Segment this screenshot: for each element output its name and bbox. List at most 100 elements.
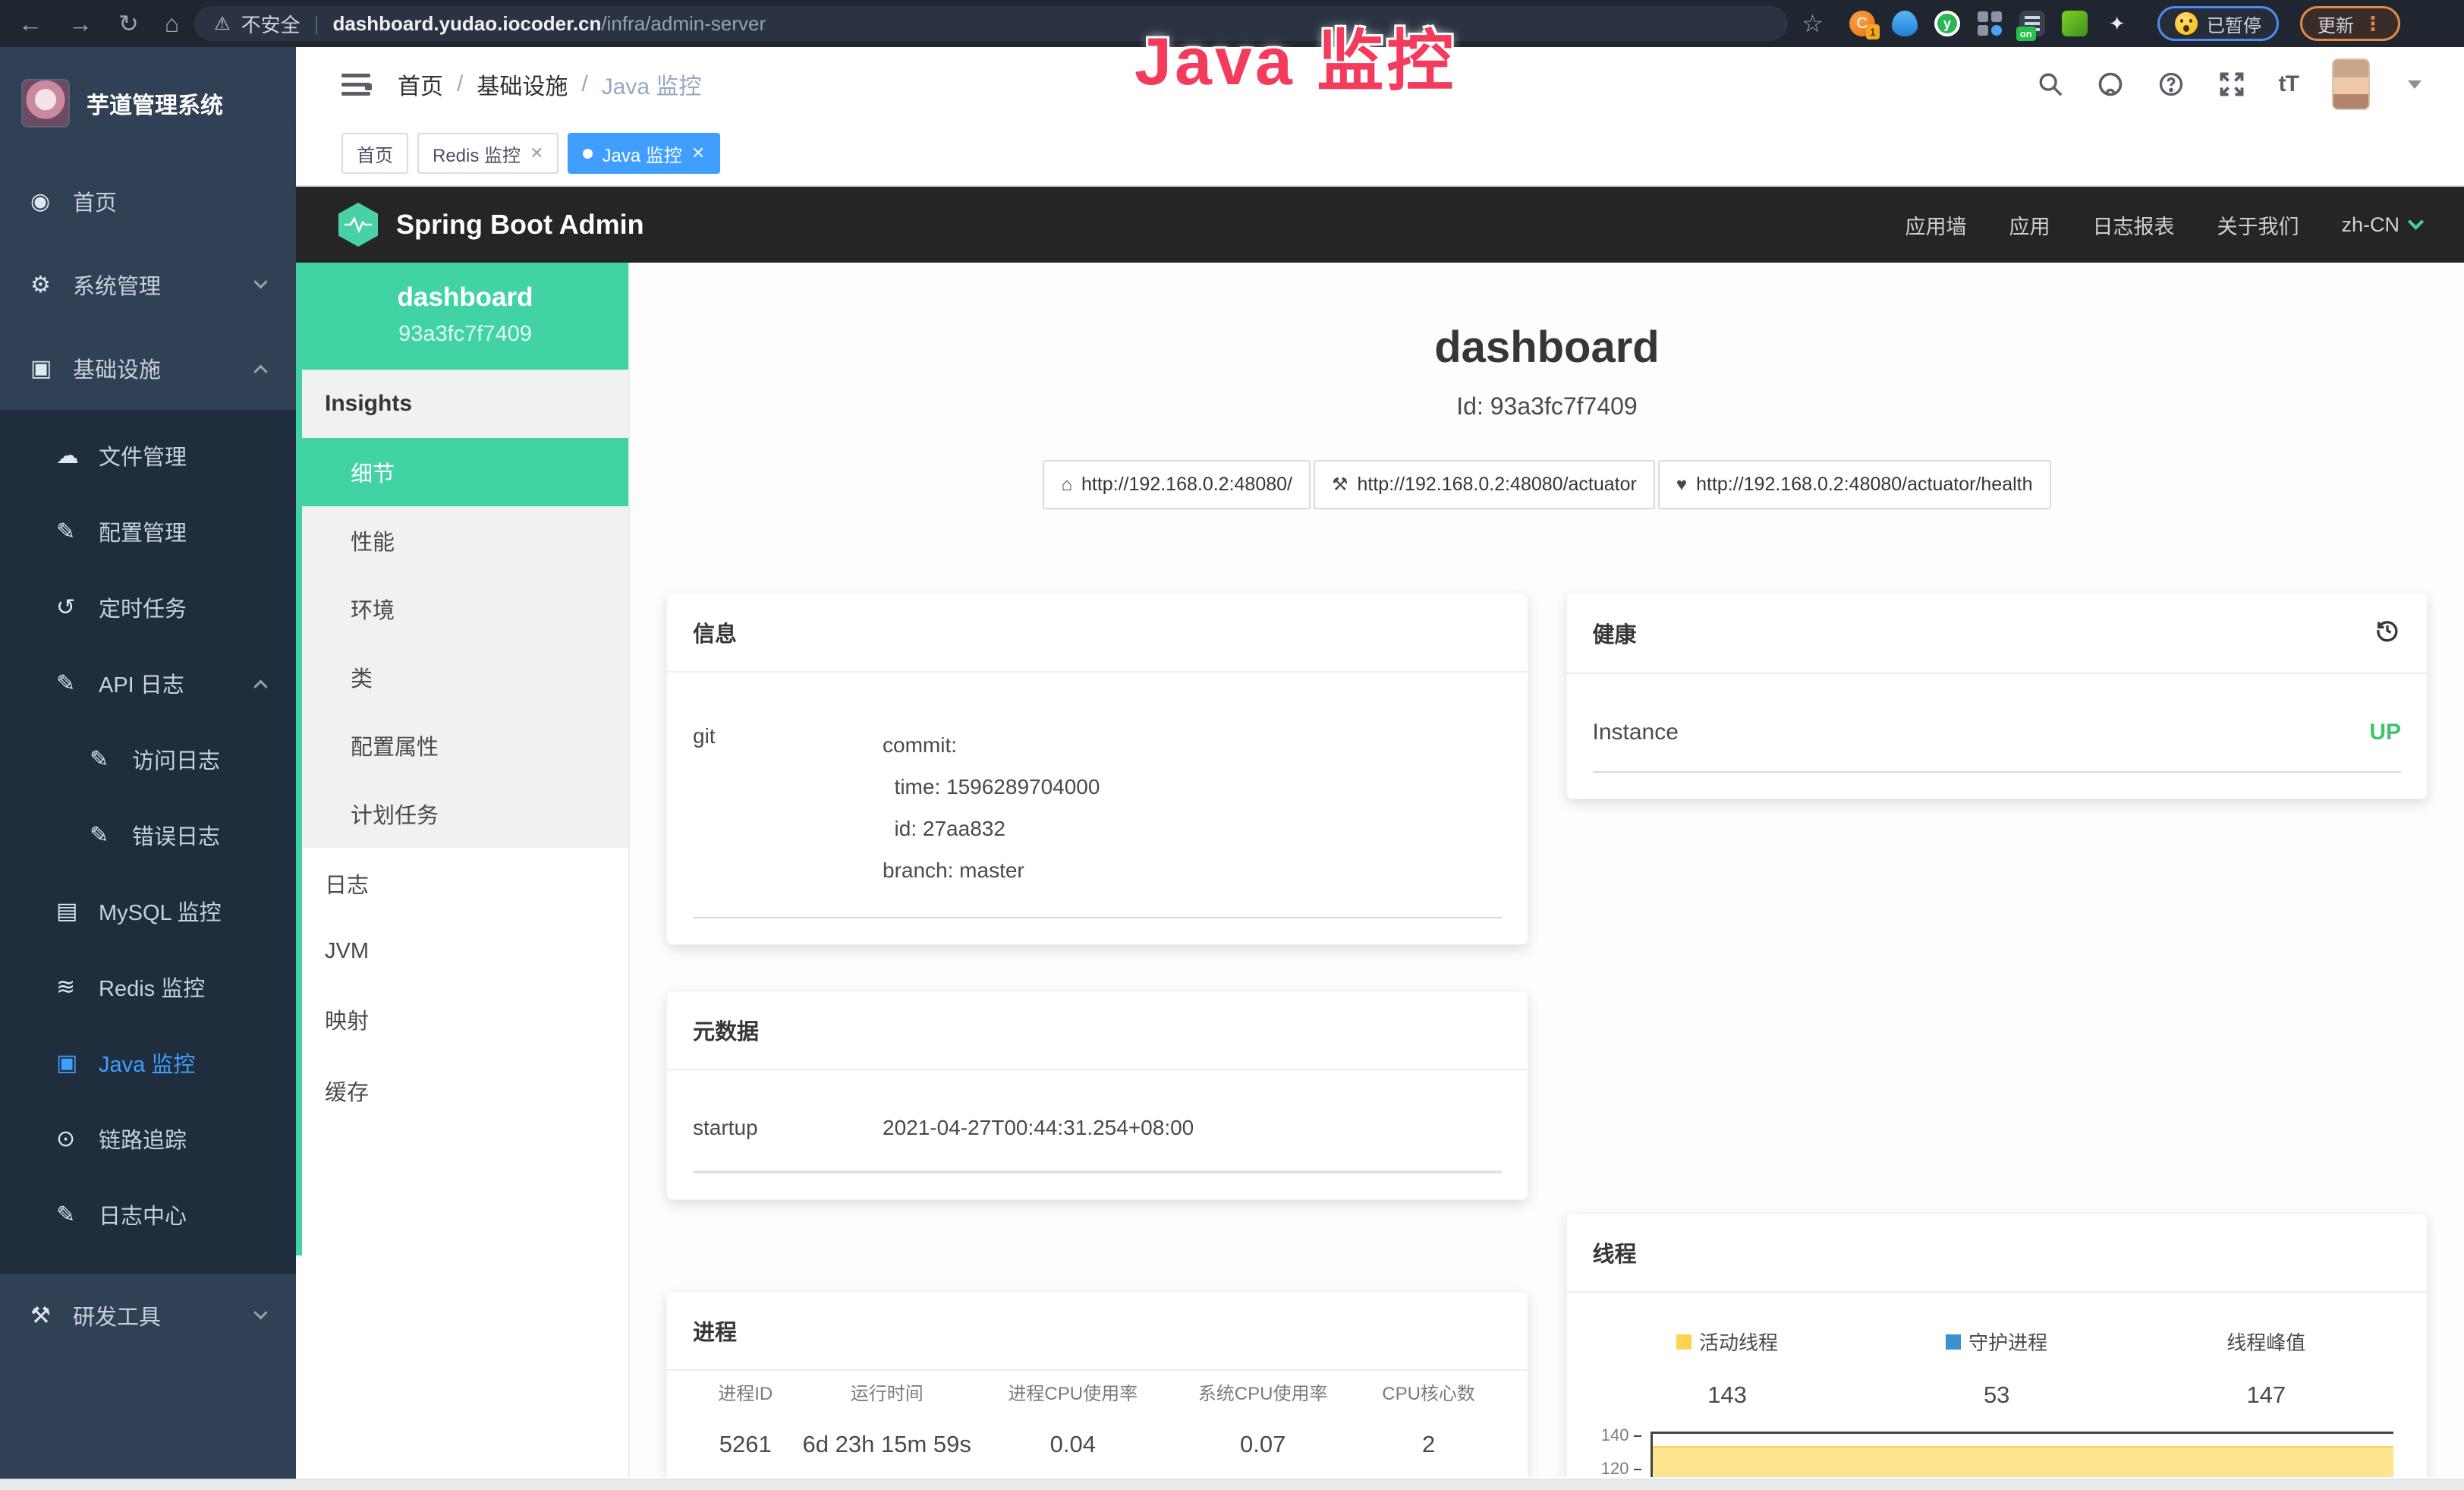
- sba-menu: dashboard 93a3fc7f7409 Insights 细节 性能 环境…: [296, 263, 628, 1255]
- system-cpu: 0.07: [1170, 1431, 1356, 1458]
- sba-nav-wallboard[interactable]: 应用墙: [1905, 210, 1966, 240]
- close-icon[interactable]: ✕: [691, 143, 705, 163]
- browser-back-button[interactable]: ←: [18, 11, 42, 36]
- browser-forward-button[interactable]: →: [68, 11, 93, 36]
- avatar-caret-icon[interactable]: [2408, 80, 2422, 89]
- sba-menu-logs[interactable]: 日志: [302, 848, 628, 919]
- app-logo-row[interactable]: 芋道管理系统: [0, 47, 296, 159]
- browser-menu-icon[interactable]: ⋮: [2363, 12, 2383, 36]
- sba-menu-details[interactable]: 细节: [302, 438, 628, 506]
- font-size-icon[interactable]: tT: [2279, 71, 2299, 97]
- tab-home[interactable]: 首页: [341, 133, 408, 174]
- sidebar-item-tracing[interactable]: ⊙ 链路追踪: [0, 1101, 296, 1177]
- cards-grid: 信息 git commit: time: 1596289704000 id: 2…: [630, 509, 2464, 1477]
- sba-nav-about[interactable]: 关于我们: [2217, 210, 2299, 240]
- search-icon[interactable]: [2038, 71, 2063, 97]
- metadata-startup-value: 2021-04-27T00:44:31.254+08:00: [883, 1116, 1194, 1140]
- peak-threads-value: 147: [2132, 1381, 2401, 1409]
- infrastructure-submenu: ☁ 文件管理 ✎ 配置管理 ↺ 定时任务 ✎ API 日志 ✎ 访问日志 ✎: [0, 410, 296, 1274]
- health-url-button[interactable]: ♥ http://192.168.0.2:48080/actuator/heal…: [1658, 460, 2051, 509]
- log-icon: ✎: [56, 670, 99, 697]
- history-icon[interactable]: [2374, 616, 2401, 650]
- sba-menu-mappings[interactable]: 映射: [302, 984, 628, 1055]
- sba-menu-classes[interactable]: 类: [302, 643, 628, 711]
- address-bar[interactable]: ⚠ 不安全 | dashboard.yudao.iocoder.cn/infra…: [194, 6, 1788, 41]
- status-badge: UP: [2369, 720, 2401, 745]
- instance-title-block: dashboard Id: 93a3fc7f7409: [630, 322, 2464, 421]
- breadcrumb-infrastructure[interactable]: 基础设施: [477, 68, 568, 101]
- threads-chart: 140 120 100: [1593, 1430, 2402, 1477]
- heartbeat-icon: ♥: [1676, 474, 1687, 496]
- process-pid: 5261: [693, 1431, 798, 1458]
- metadata-startup-row: startup 2021-04-27T00:44:31.254+08:00: [693, 1101, 1502, 1173]
- sidebar-item-mysql-monitor[interactable]: ▤ MySQL 监控: [0, 873, 296, 949]
- extension-y-icon[interactable]: y: [1934, 11, 1960, 36]
- daemon-threads-swatch: [1946, 1334, 1961, 1350]
- sidebar-item-java-monitor[interactable]: ▣ Java 监控: [0, 1025, 296, 1101]
- tab-java-monitor[interactable]: Java 监控 ✕: [568, 133, 720, 174]
- sidebar-item-system-mgmt[interactable]: ⚙ 系统管理: [0, 243, 296, 326]
- service-url-button[interactable]: ⌂ http://192.168.0.2:48080/: [1043, 460, 1311, 509]
- info-card-title: 信息: [667, 594, 1528, 673]
- bookmark-star-icon[interactable]: ☆: [1802, 9, 1824, 38]
- sba-menu-environment[interactable]: 环境: [302, 575, 628, 643]
- eye-icon: ⊙: [56, 1126, 99, 1152]
- sidebar-item-api-logs[interactable]: ✎ API 日志: [0, 645, 296, 721]
- sidebar-item-scheduled-tasks[interactable]: ↺ 定时任务: [0, 569, 296, 645]
- process-table-header: 进程ID 运行时间 进程CPU使用率 系统CPU使用率 CPU核心数: [693, 1378, 1502, 1405]
- actuator-url-button[interactable]: ⚒ http://192.168.0.2:48080/actuator: [1314, 460, 1655, 509]
- sidebar-item-file-mgmt[interactable]: ☁ 文件管理: [0, 417, 296, 493]
- page-url: dashboard.yudao.iocoder.cn/infra/admin-s…: [332, 12, 766, 36]
- sba-menu-config-props[interactable]: 配置属性: [302, 711, 628, 780]
- github-icon[interactable]: [2097, 71, 2124, 98]
- instance-id-subtitle: Id: 93a3fc7f7409: [630, 392, 2464, 421]
- help-icon[interactable]: [2157, 71, 2185, 98]
- sba-menu-scheduled-tasks[interactable]: 计划任务: [302, 780, 628, 848]
- browser-reload-button[interactable]: ↻: [118, 11, 139, 36]
- extension-c-icon[interactable]: C1: [1849, 11, 1875, 36]
- sidebar-item-config-mgmt[interactable]: ✎ 配置管理: [0, 493, 296, 569]
- fullscreen-icon[interactable]: [2218, 71, 2245, 98]
- live-threads-value: 143: [1593, 1381, 1862, 1409]
- sidebar-item-access-logs[interactable]: ✎ 访问日志: [0, 721, 296, 797]
- sba-menu-caches[interactable]: 缓存: [302, 1055, 628, 1126]
- sidebar-item-error-logs[interactable]: ✎ 错误日志: [0, 797, 296, 873]
- sba-body: dashboard 93a3fc7f7409 Insights 细节 性能 环境…: [296, 263, 2464, 1477]
- sidebar-item-dev-tools[interactable]: ⚒ 研发工具: [0, 1274, 296, 1357]
- extension-tabs-icon[interactable]: on: [2019, 11, 2045, 36]
- extension-leaf-icon[interactable]: [2062, 11, 2088, 36]
- paused-profile-badge[interactable]: 已暂停: [2157, 6, 2279, 41]
- cards-right-column: 健康 Instance UP: [1566, 593, 2428, 1477]
- sidebar-item-log-center[interactable]: ✎ 日志中心: [0, 1177, 296, 1252]
- user-avatar[interactable]: [2332, 58, 2370, 110]
- extension-grid-icon[interactable]: [1977, 11, 2003, 36]
- sidebar-item-home[interactable]: ◉ 首页: [0, 159, 296, 243]
- sba-nav-journal[interactable]: 日志报表: [2092, 210, 2174, 240]
- browser-update-button[interactable]: 更新 ⋮: [2300, 6, 2400, 41]
- breadcrumb-home[interactable]: 首页: [398, 68, 443, 101]
- process-card-title: 进程: [667, 1292, 1528, 1371]
- toolbox-icon: ⚒: [30, 1303, 73, 1329]
- browser-home-button[interactable]: ⌂: [165, 11, 179, 36]
- sidebar-item-infrastructure[interactable]: ▣ 基础设施: [0, 326, 296, 410]
- chevron-up-icon: [253, 679, 267, 693]
- app-sidebar: 芋道管理系统 ◉ 首页 ⚙ 系统管理 ▣ 基础设施 ☁ 文件管理 ✎ 配置管理: [0, 47, 296, 1479]
- sba-instance-header[interactable]: dashboard 93a3fc7f7409: [302, 263, 628, 370]
- cards-left-column: 信息 git commit: time: 1596289704000 id: 2…: [666, 593, 1528, 1477]
- breadcrumb-current: Java 监控: [602, 68, 702, 101]
- close-icon[interactable]: ✕: [530, 143, 543, 163]
- extension-pin-icon[interactable]: [1892, 11, 1918, 36]
- sba-section-insights: Insights: [302, 370, 628, 438]
- info-git-label: git: [693, 724, 883, 891]
- extensions-puzzle-icon[interactable]: ✦: [2104, 11, 2130, 36]
- sba-locale-select[interactable]: zh-CN: [2341, 213, 2422, 237]
- sba-nav: 应用墙 应用 日志报表 关于我们 zh-CN: [1905, 210, 2422, 240]
- tab-redis-monitor[interactable]: Redis 监控 ✕: [417, 133, 559, 174]
- spring-boot-admin-logo: [338, 203, 378, 247]
- sba-menu-metrics[interactable]: 性能: [302, 506, 628, 575]
- sba-nav-applications[interactable]: 应用: [2009, 210, 2050, 240]
- collapse-sidebar-icon[interactable]: [341, 74, 370, 96]
- sba-content: dashboard Id: 93a3fc7f7409 ⌂ http://192.…: [630, 263, 2464, 1477]
- sba-menu-jvm[interactable]: JVM: [302, 919, 628, 984]
- sidebar-item-redis-monitor[interactable]: ≋ Redis 监控: [0, 949, 296, 1025]
